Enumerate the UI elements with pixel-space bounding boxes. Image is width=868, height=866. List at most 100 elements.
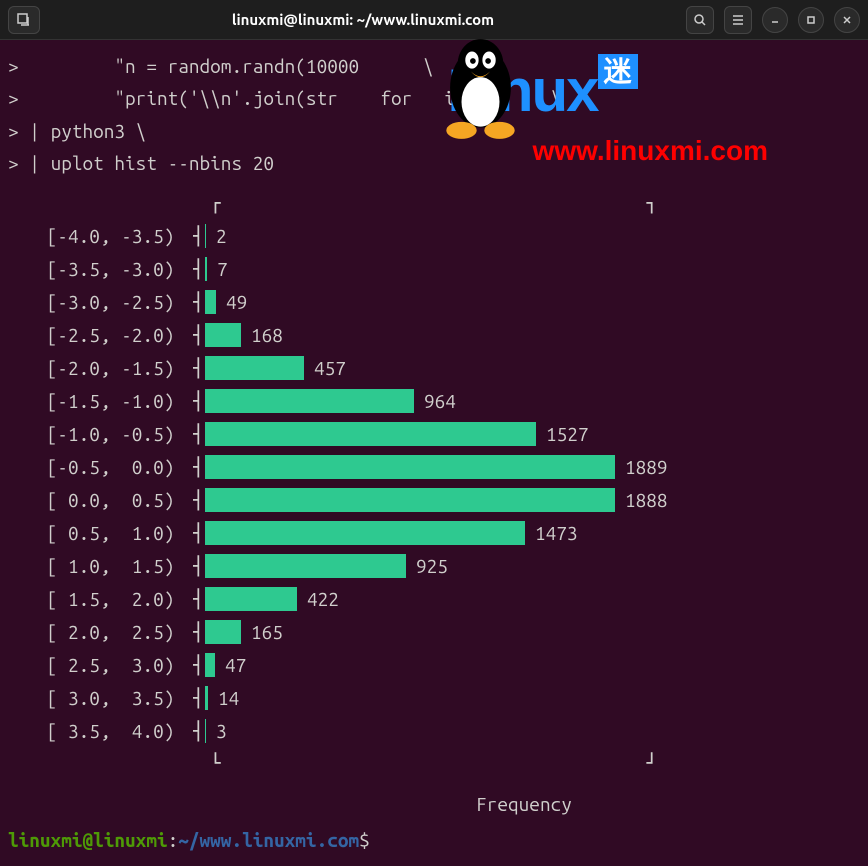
- histogram-bin-label: [ 1.5, 2.0): [8, 583, 193, 615]
- histogram-bin-value: 1889: [625, 451, 668, 483]
- histogram-bin-label: [-4.0, -3.5): [8, 220, 193, 252]
- histogram-bottom-border: └ ┘: [8, 747, 860, 779]
- histogram-row: [-0.5, 0.0) ┤ 1889: [8, 450, 860, 483]
- titlebar-left: [8, 6, 40, 34]
- minimize-button[interactable]: [762, 7, 788, 33]
- histogram-axis-tick: ┤: [193, 616, 205, 648]
- histogram-bin-label: [ 1.0, 1.5): [8, 550, 193, 582]
- histogram-bar: [205, 422, 536, 446]
- histogram-axis-tick: ┤: [193, 649, 205, 681]
- maximize-button[interactable]: [798, 7, 824, 33]
- histogram-bar: [205, 620, 241, 644]
- histogram-bin-label: [-2.0, -1.5): [8, 352, 193, 384]
- command-line-2: > "print('\\n'.join(str for in n \: [8, 82, 860, 114]
- histogram-bar: [205, 290, 216, 314]
- histogram-bar: [205, 356, 304, 380]
- window-titlebar: linuxmi@linuxmi: ~/www.linuxmi.com: [0, 0, 868, 40]
- hamburger-icon: [731, 13, 745, 27]
- histogram-bin-label: [ 2.0, 2.5): [8, 616, 193, 648]
- histogram-axis-tick: ┤: [193, 385, 205, 417]
- histogram-bar: [205, 587, 297, 611]
- search-icon: [693, 13, 707, 27]
- histogram-bar: [205, 389, 414, 413]
- histogram-bin-value: 47: [225, 649, 246, 681]
- histogram-row: [-1.5, -1.0) ┤964: [8, 384, 860, 417]
- histogram-row: [ 3.5, 4.0) ┤3: [8, 714, 860, 747]
- histogram-axis-tick: ┤: [193, 253, 205, 285]
- histogram-row: [ 1.5, 2.0) ┤ 422: [8, 582, 860, 615]
- histogram-bar: [205, 488, 615, 512]
- histogram-bin-value: 422: [307, 583, 339, 615]
- histogram-bin-label: [-3.0, -2.5): [8, 286, 193, 318]
- histogram-row: [ 0.5, 1.0) ┤1473: [8, 516, 860, 549]
- histogram-row: [-4.0, -3.5) ┤ 2: [8, 219, 860, 252]
- histogram-axis-tick: ┤: [193, 220, 205, 252]
- histogram-bin-value: 7: [217, 253, 228, 285]
- histogram-row: [-2.0, -1.5) ┤ 457: [8, 351, 860, 384]
- terminal-body[interactable]: Linux迷 www.linuxmi.com > "n = random.ran…: [0, 40, 868, 866]
- histogram-bin-value: 2: [216, 220, 227, 252]
- command-line-4: > | uplot hist --nbins 20: [8, 147, 860, 179]
- histogram-bar: [205, 554, 406, 578]
- search-button[interactable]: [686, 6, 714, 34]
- histogram-bin-label: [ 3.0, 3.5): [8, 682, 193, 714]
- histogram-row: [ 2.5, 3.0) ┤47: [8, 648, 860, 681]
- histogram-bar: [205, 653, 215, 677]
- histogram-bin-label: [ 0.0, 0.5): [8, 484, 193, 516]
- histogram-bin-value: 457: [314, 352, 346, 384]
- histogram-top-border: ┌ ┐: [8, 187, 860, 219]
- histogram-axis-tick: ┤: [193, 682, 205, 714]
- histogram-bin-value: 1473: [535, 517, 578, 549]
- histogram-axis-tick: ┤: [193, 286, 205, 318]
- histogram-row: [-1.0, -0.5) ┤ 1527: [8, 417, 860, 450]
- histogram-axis-tick: ┤: [193, 484, 205, 516]
- histogram-rows: [-4.0, -3.5) ┤ 2 [-3.5, -3.0) ┤ 7 [-3.0, -…: [8, 219, 860, 747]
- histogram-axis-tick: ┤: [193, 451, 205, 483]
- prompt-path: ~/www.linuxmi.com: [178, 829, 359, 851]
- command-line-3: > | python3 \: [8, 115, 860, 147]
- close-icon: [841, 14, 853, 26]
- histogram-bin-value: 1888: [625, 484, 668, 516]
- histogram-bin-value: 14: [218, 682, 239, 714]
- prompt-symbol: $: [359, 829, 370, 851]
- command-line-1: > "n = random.randn(10000 \: [8, 50, 860, 82]
- maximize-icon: [805, 14, 817, 26]
- histogram-row: [-3.0, -2.5) ┤ 49: [8, 285, 860, 318]
- histogram-axis-tick: ┤: [193, 319, 205, 351]
- histogram-row: [ 0.0, 0.5) ┤ 1888: [8, 483, 860, 516]
- histogram-bar: [205, 455, 615, 479]
- histogram-bin-value: 1527: [546, 418, 589, 450]
- histogram-bar: [205, 521, 525, 545]
- histogram-bar: [205, 719, 206, 743]
- histogram-bin-label: [-1.0, -0.5): [8, 418, 193, 450]
- histogram-row: [ 3.0, 3.5) ┤ 14: [8, 681, 860, 714]
- histogram-row: [ 1.0, 1.5) ┤ 925: [8, 549, 860, 582]
- new-tab-icon: [17, 13, 31, 27]
- histogram-axis-tick: ┤: [193, 715, 205, 747]
- minimize-icon: [769, 14, 781, 26]
- menu-button[interactable]: [724, 6, 752, 34]
- histogram-bar: [205, 257, 207, 281]
- histogram-axis-tick: ┤: [193, 550, 205, 582]
- histogram-row: [ 2.0, 2.5) ┤165: [8, 615, 860, 648]
- histogram-xlabel: Frequency: [8, 788, 860, 820]
- shell-prompt: linuxmi@linuxmi:~/www.linuxmi.com$: [8, 824, 860, 856]
- new-tab-button[interactable]: [8, 6, 40, 34]
- histogram-bin-value: 168: [251, 319, 283, 351]
- close-button[interactable]: [834, 7, 860, 33]
- histogram-axis-tick: ┤: [193, 517, 205, 549]
- histogram-axis-tick: ┤: [193, 583, 205, 615]
- histogram-bar: [205, 224, 206, 248]
- histogram-bin-value: 925: [416, 550, 448, 582]
- histogram-axis-tick: ┤: [193, 352, 205, 384]
- histogram-axis-tick: ┤: [193, 418, 205, 450]
- histogram-bin-label: [-0.5, 0.0): [8, 451, 193, 483]
- histogram: ┌ ┐ [-4.0, -3.5) ┤ 2 [-3.5, -3.0) ┤ 7 [-3.…: [8, 187, 860, 820]
- prompt-user-host: linuxmi@linuxmi: [8, 829, 168, 851]
- histogram-bin-label: [ 3.5, 4.0): [8, 715, 193, 747]
- histogram-bar: [205, 323, 241, 347]
- histogram-bin-label: [-3.5, -3.0): [8, 253, 193, 285]
- histogram-bin-value: 49: [226, 286, 247, 318]
- histogram-bin-value: 964: [424, 385, 456, 417]
- histogram-row: [-2.5, -2.0) ┤168: [8, 318, 860, 351]
